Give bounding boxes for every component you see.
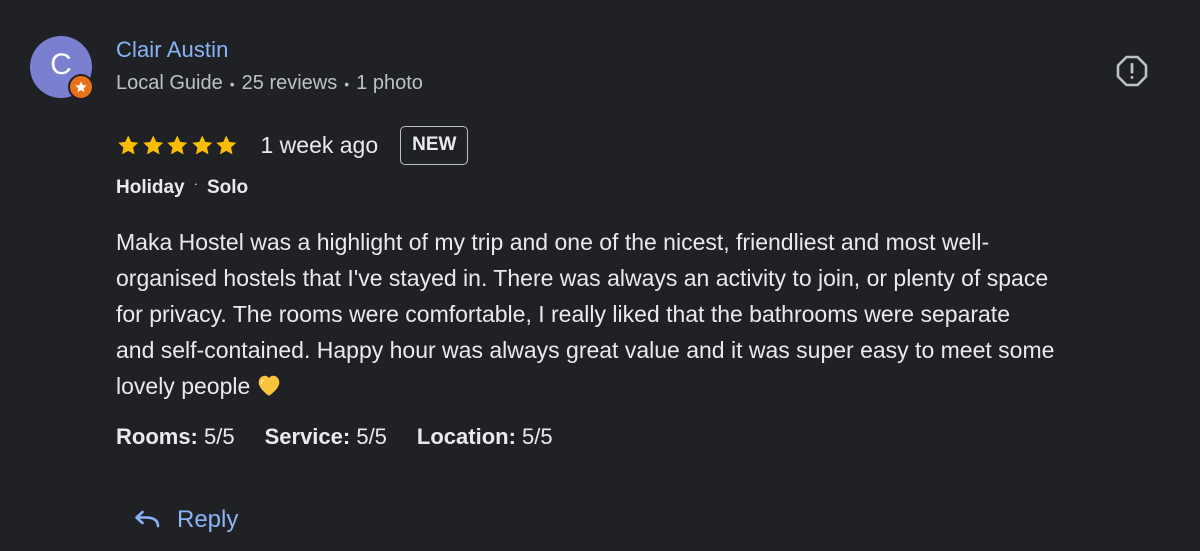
sub-ratings: Rooms: 5/5 Service: 5/5 Location: 5/5 [116,424,583,450]
trip-context: Holiday · Solo [116,175,249,199]
meta-separator: • [229,75,235,92]
star-icon [167,135,188,155]
local-guide-star-icon [68,74,94,100]
star-icon [216,135,237,155]
sub-rating: Rooms: 5/5 [116,424,235,450]
avatar-initial: C [50,48,72,81]
star-icon [142,135,163,155]
rating-row: 1 week ago NEW [116,124,469,166]
yellow-heart-icon [256,371,282,407]
report-icon [1116,55,1148,87]
review-text: Maka Hostel was a highlight of my trip a… [116,224,1186,407]
author-meta: Local Guide • 25 reviews • 1 photo [116,72,423,95]
report-button[interactable] [1114,53,1150,89]
sub-rating-value: 5/5 [197,424,235,449]
review-time: 1 week ago [260,131,379,158]
sub-rating: Service: 5/5 [265,424,387,450]
sub-rating-value: 5/5 [515,424,553,449]
new-badge: NEW [400,125,469,165]
author-name[interactable]: Clair Austin [116,37,228,63]
review-card: C Clair Austin Local Guide • 25 reviews … [0,0,1200,551]
star-icon [191,135,212,155]
local-guide-label: Local Guide [116,72,223,94]
sub-rating-value: 5/5 [350,424,387,449]
reply-label: Reply [177,506,239,533]
sub-rating-label: Rooms: [116,424,198,449]
sub-rating-label: Location: [416,424,516,449]
review-count: 25 reviews [241,72,338,94]
travel-group: Solo [206,177,249,198]
sub-rating-label: Service: [264,424,351,449]
trip-separator: · [193,175,198,191]
reply-arrow-icon [135,510,160,528]
star-rating [116,134,239,156]
photo-count: 1 photo [356,72,423,94]
star-icon [118,135,139,155]
trip-type: Holiday [116,177,185,198]
sub-rating: Location: 5/5 [417,424,553,450]
meta-separator: • [344,75,350,92]
reply-button[interactable]: Reply [133,506,238,534]
